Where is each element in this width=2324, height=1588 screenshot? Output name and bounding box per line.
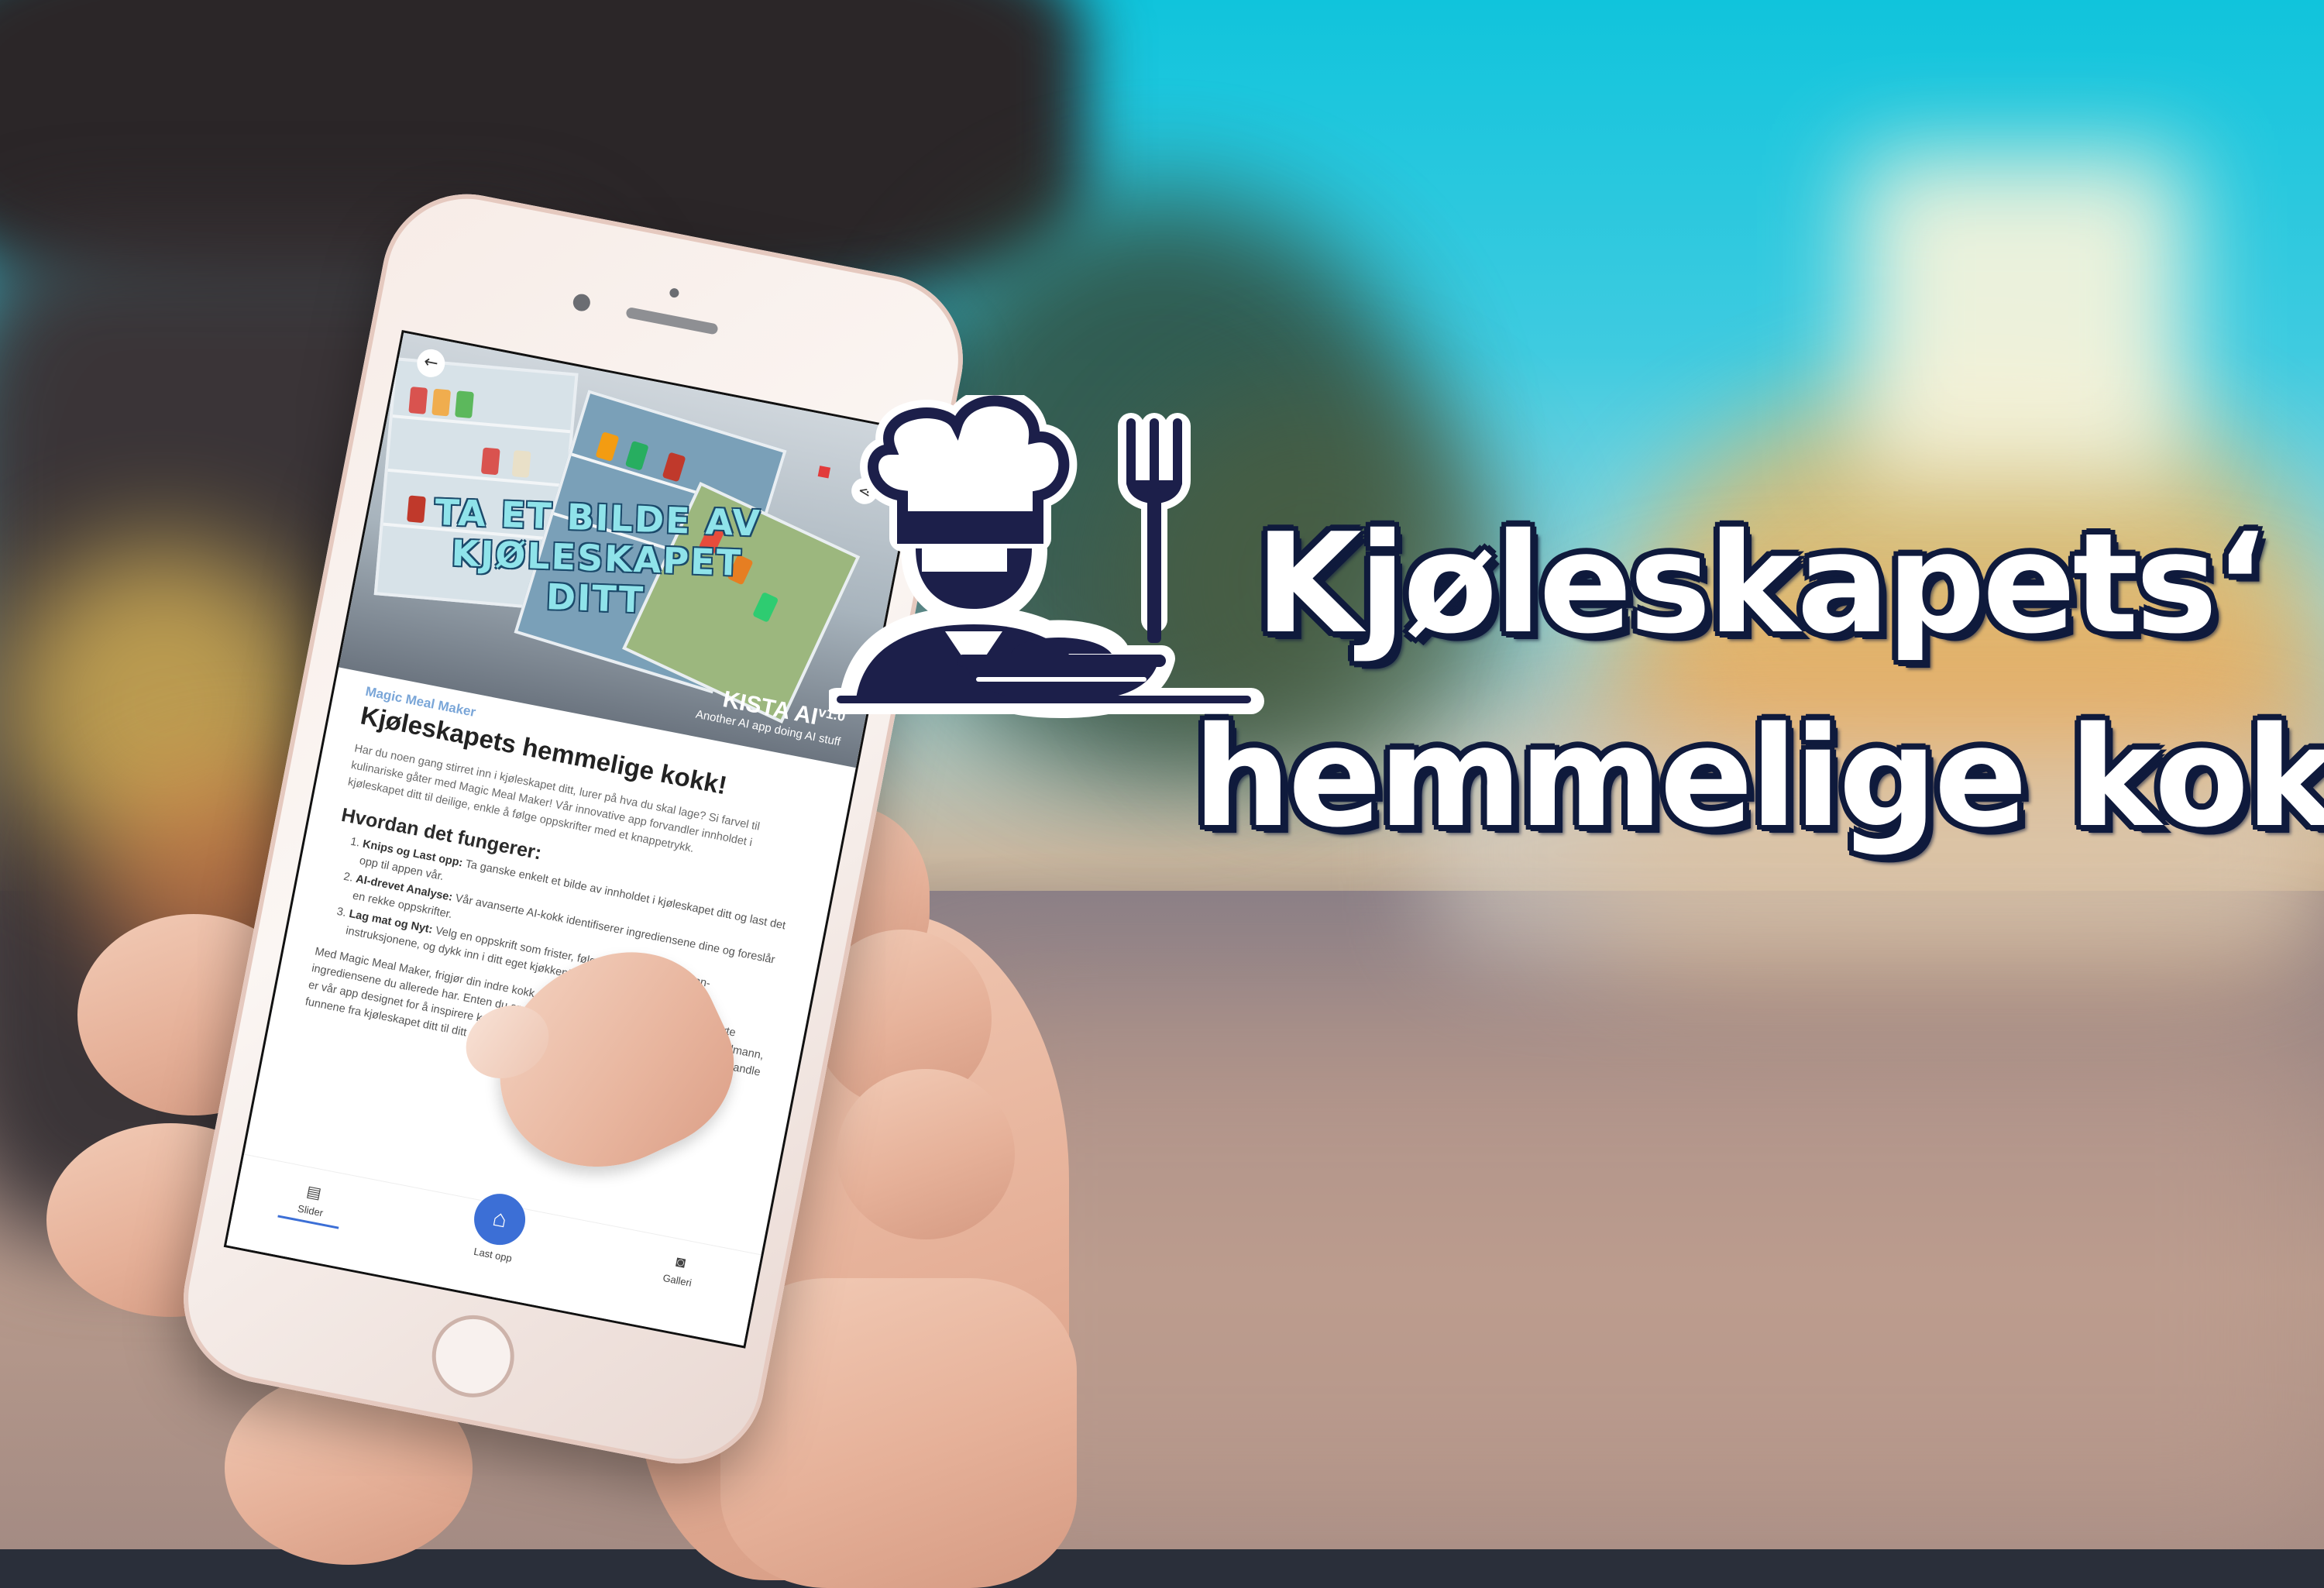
nav-label: Last opp — [473, 1245, 514, 1264]
nav-label: Galleri — [662, 1271, 693, 1289]
chef-logo-icon — [829, 395, 1264, 718]
nav-item-gallery[interactable]: ◙ Galleri — [623, 1244, 735, 1297]
nav-item-slider[interactable]: ▤ Slider — [255, 1173, 370, 1234]
article-content: Magic Meal Maker Kjøleskapets hemmelige … — [244, 667, 856, 1254]
headline-line-2: hemmelige kokk — [1193, 697, 2324, 858]
nav-label: Slider — [296, 1202, 325, 1219]
road-blur — [930, 1007, 2324, 1549]
headline-line-1: Kjøleskapets‘ — [1255, 504, 2267, 664]
hero-title: TA ET BILDE AV KJØLESKAPET DITT — [434, 491, 762, 621]
active-indicator — [277, 1215, 339, 1229]
hand-finger — [837, 1069, 1015, 1239]
home-icon: ⌂ — [469, 1189, 530, 1249]
sun-glow — [1859, 155, 2185, 480]
